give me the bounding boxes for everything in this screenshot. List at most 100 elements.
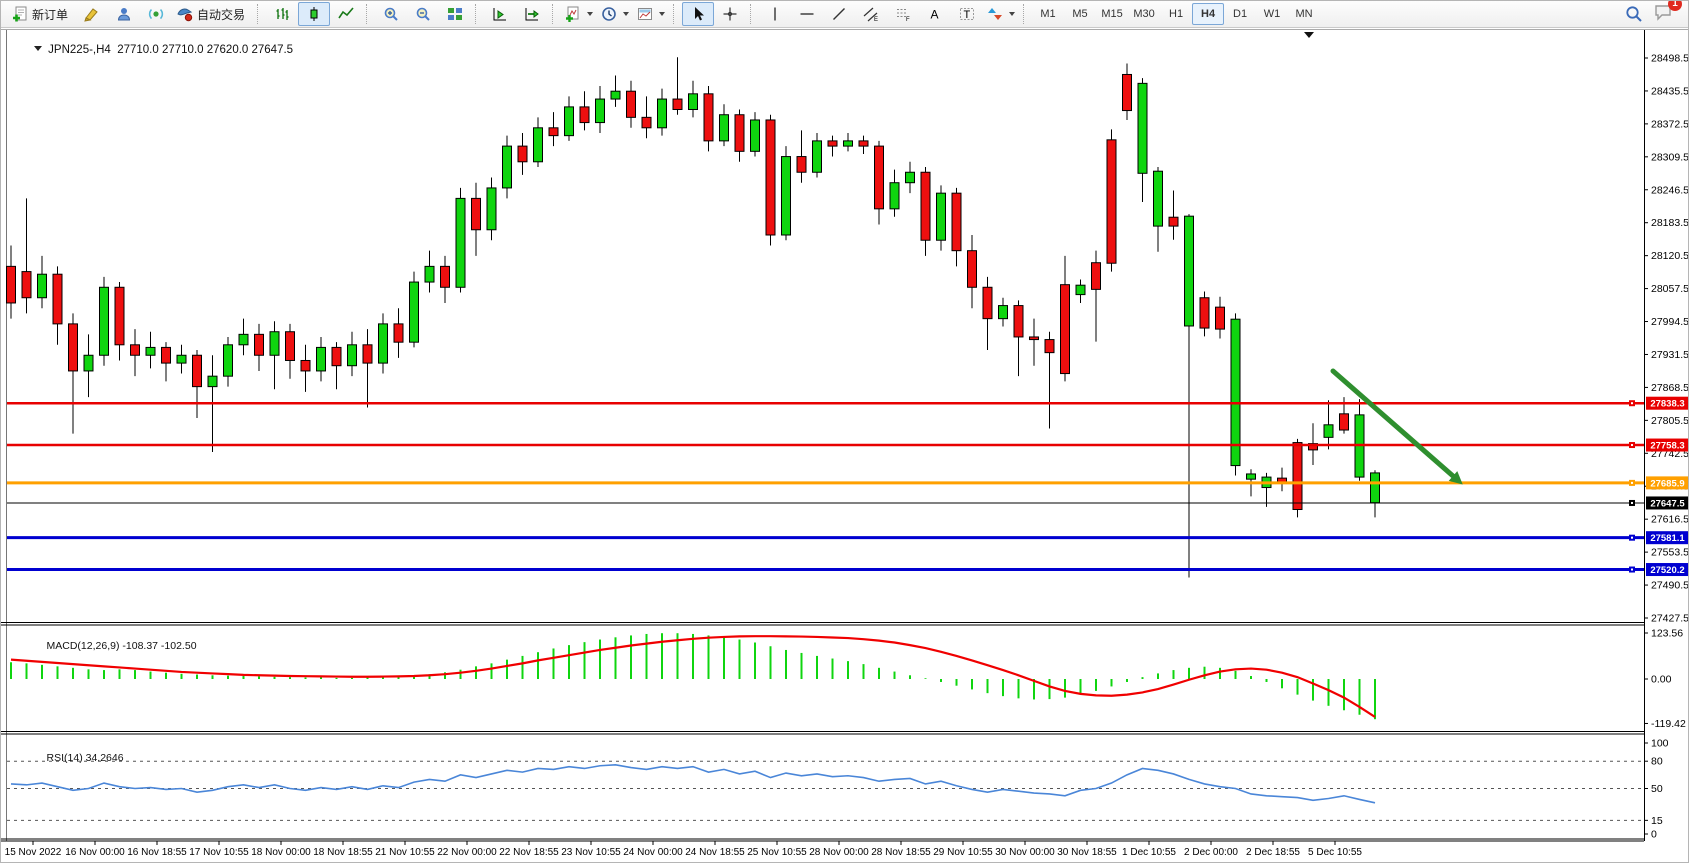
fibonacci-button[interactable]: F (887, 2, 919, 26)
svg-text:23 Nov 10:55: 23 Nov 10:55 (561, 847, 621, 858)
vertical-line-icon (767, 6, 783, 22)
main-toolbar: 新订单 自动交易 (1, 1, 1688, 28)
svg-text:100: 100 (1651, 738, 1669, 750)
svg-text:25 Nov 10:55: 25 Nov 10:55 (747, 847, 807, 858)
svg-text:27758.3: 27758.3 (1650, 441, 1684, 452)
chat-unread-badge: 1 (1668, 0, 1682, 11)
vertical-line-button[interactable] (759, 2, 791, 26)
timeframe-m5-button[interactable]: M5 (1064, 3, 1096, 25)
clock-icon (601, 6, 617, 22)
svg-text:15 Nov 2022: 15 Nov 2022 (5, 847, 62, 858)
svg-text:27520.2: 27520.2 (1650, 565, 1684, 576)
broadcast-icon (148, 6, 164, 22)
svg-text:27994.5: 27994.5 (1651, 316, 1689, 328)
svg-text:28183.5: 28183.5 (1651, 217, 1689, 229)
add-indicator-icon (565, 6, 581, 22)
svg-text:22 Nov 18:55: 22 Nov 18:55 (499, 847, 559, 858)
crayon-icon (84, 6, 100, 22)
timeframe-mn-button[interactable]: MN (1288, 3, 1320, 25)
templates-button[interactable] (633, 2, 669, 26)
line-chart-button[interactable] (330, 2, 362, 26)
svg-text:27685.9: 27685.9 (1650, 478, 1684, 489)
channel-icon: E (863, 6, 879, 22)
cursor-icon (690, 6, 706, 22)
chart-shift-button[interactable] (484, 2, 516, 26)
line-chart-icon (338, 6, 354, 22)
svg-text:1 Dec 10:55: 1 Dec 10:55 (1122, 847, 1176, 858)
timeframe-h4-button[interactable]: H4 (1192, 3, 1224, 25)
search-icon[interactable] (1624, 4, 1644, 24)
text-label-button[interactable]: T (951, 2, 983, 26)
text-button[interactable]: A (919, 2, 951, 26)
svg-text:50: 50 (1651, 783, 1663, 795)
auto-scroll-button[interactable] (516, 2, 548, 26)
auto-scroll-icon (524, 6, 540, 22)
indicators-button[interactable] (561, 2, 597, 26)
trendline-button[interactable] (823, 2, 855, 26)
svg-text:15: 15 (1651, 815, 1663, 827)
candlestick-button[interactable] (298, 2, 330, 26)
text-icon: A (927, 6, 943, 22)
svg-text:27931.5: 27931.5 (1651, 349, 1689, 361)
chart-title[interactable]: JPN225-,H4 27710.0 27710.0 27620.0 27647… (15, 32, 293, 68)
trend-arrow-annotation (1333, 371, 1453, 476)
new-order-icon (12, 6, 28, 22)
symbol-dropdown-icon[interactable] (34, 46, 42, 51)
zoom-in-button[interactable] (375, 2, 407, 26)
arrow-objects-icon (987, 6, 1003, 22)
timeframe-m15-button[interactable]: M15 (1096, 3, 1128, 25)
svg-text:24 Nov 00:00: 24 Nov 00:00 (623, 847, 683, 858)
horizontal-line-icon (799, 6, 815, 22)
svg-text:80: 80 (1651, 756, 1663, 768)
auto-trading-button[interactable]: 自动交易 (172, 2, 253, 26)
chart-shift-icon (492, 6, 508, 22)
chat-button[interactable]: 1 (1654, 3, 1674, 26)
periods-button[interactable] (597, 2, 633, 26)
timeframe-m1-button[interactable]: M1 (1032, 3, 1064, 25)
auto-trading-icon (177, 6, 193, 22)
auto-trading-label: 自动交易 (197, 6, 245, 23)
crosshair-icon (722, 6, 738, 22)
chart-shift-marker[interactable] (1304, 32, 1314, 38)
svg-text:-119.42: -119.42 (1651, 718, 1686, 730)
toolbar-separator (1023, 4, 1028, 24)
arrows-button[interactable] (983, 2, 1019, 26)
timeframe-m30-button[interactable]: M30 (1128, 3, 1160, 25)
alerts-button[interactable] (140, 2, 172, 26)
svg-text:A: A (931, 8, 939, 22)
timeframe-d1-button[interactable]: D1 (1224, 3, 1256, 25)
dropdown-caret-icon (623, 12, 629, 16)
svg-text:30 Nov 18:55: 30 Nov 18:55 (1057, 847, 1117, 858)
community-button[interactable] (108, 2, 140, 26)
svg-text:28246.5: 28246.5 (1651, 184, 1689, 196)
svg-text:28435.5: 28435.5 (1651, 85, 1689, 97)
zoom-out-button[interactable] (407, 2, 439, 26)
cursor-button[interactable] (682, 2, 714, 26)
timeframe-h1-button[interactable]: H1 (1160, 3, 1192, 25)
svg-text:16 Nov 00:00: 16 Nov 00:00 (65, 847, 125, 858)
toolbar-separator (366, 4, 371, 24)
equidistant-channel-button[interactable]: E (855, 2, 887, 26)
svg-text:27490.5: 27490.5 (1651, 580, 1689, 592)
crosshair-button[interactable] (714, 2, 746, 26)
horizontal-line-button[interactable] (791, 2, 823, 26)
fibonacci-icon: F (895, 6, 911, 22)
styler-button[interactable] (76, 2, 108, 26)
zoom-out-icon (415, 6, 431, 22)
chart-canvas[interactable]: 28498.528435.528372.528309.528246.528183… (1, 28, 1689, 863)
ohlc-bars-icon (274, 6, 290, 22)
tile-windows-button[interactable] (439, 2, 471, 26)
svg-text:18 Nov 00:00: 18 Nov 00:00 (251, 847, 311, 858)
new-order-button[interactable]: 新订单 (7, 2, 76, 26)
new-order-label: 新订单 (32, 6, 68, 23)
ohlc-bars-button[interactable] (266, 2, 298, 26)
macd-indicator-label: MACD(12,26,9) -108.37 -102.50 (29, 628, 197, 664)
svg-text:28 Nov 18:55: 28 Nov 18:55 (871, 847, 931, 858)
svg-text:17 Nov 10:55: 17 Nov 10:55 (189, 847, 249, 858)
svg-text:28372.5: 28372.5 (1651, 118, 1689, 130)
svg-text:5 Dec 10:55: 5 Dec 10:55 (1308, 847, 1362, 858)
timeframe-w1-button[interactable]: W1 (1256, 3, 1288, 25)
zoom-in-icon (383, 6, 399, 22)
svg-text:27427.5: 27427.5 (1651, 613, 1689, 625)
svg-text:0: 0 (1651, 829, 1657, 841)
